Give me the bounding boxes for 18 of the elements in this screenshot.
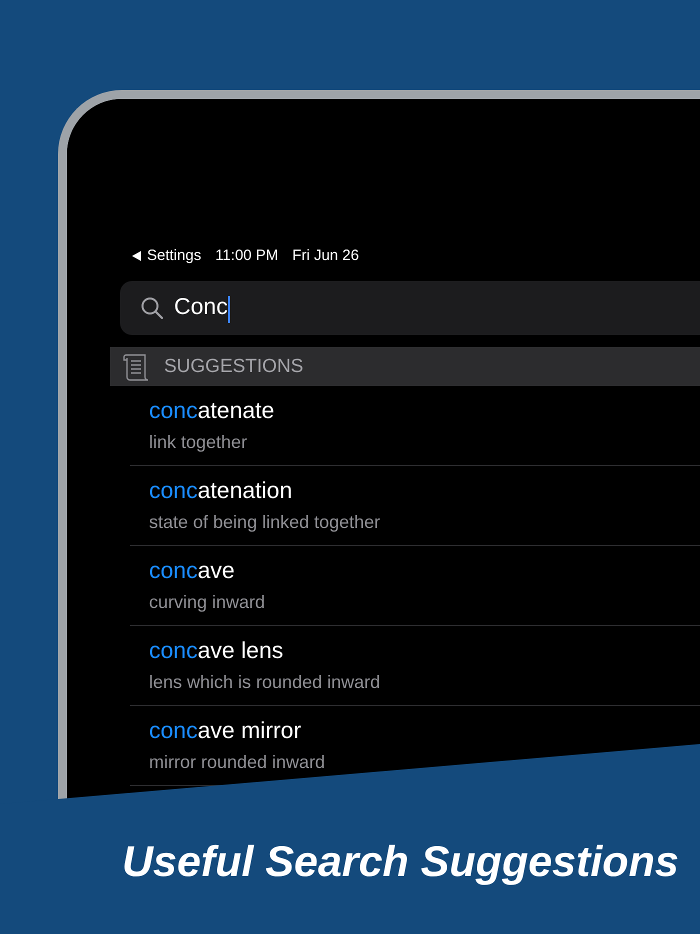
search-field[interactable]: Conc bbox=[120, 281, 700, 335]
back-icon bbox=[132, 250, 141, 260]
suggestion-word: concave mirror bbox=[149, 717, 302, 744]
back-link[interactable]: Settings bbox=[147, 247, 202, 264]
suggestion-definition: state of being linked together bbox=[149, 512, 382, 533]
suggestion-definition: lens which is rounded inward bbox=[149, 672, 382, 693]
section-title: SUGGESTIONS bbox=[164, 356, 304, 378]
search-icon bbox=[140, 296, 164, 320]
status-date: Fri Jun 26 bbox=[292, 247, 359, 264]
suggestion-word: concatenate bbox=[149, 397, 276, 424]
suggestion-word: concave bbox=[149, 557, 236, 584]
status-time: 11:00 PM bbox=[215, 247, 278, 264]
suggestion-definition: mirror rounded inward bbox=[149, 752, 326, 773]
suggestion-definition: curving inward bbox=[149, 592, 266, 613]
caption-text: Useful Search Suggestions bbox=[122, 838, 679, 887]
suggestion-word: concave lens bbox=[149, 637, 284, 664]
suggestion-definition: link together bbox=[149, 432, 248, 453]
suggestion-word: concatenation bbox=[149, 477, 294, 504]
